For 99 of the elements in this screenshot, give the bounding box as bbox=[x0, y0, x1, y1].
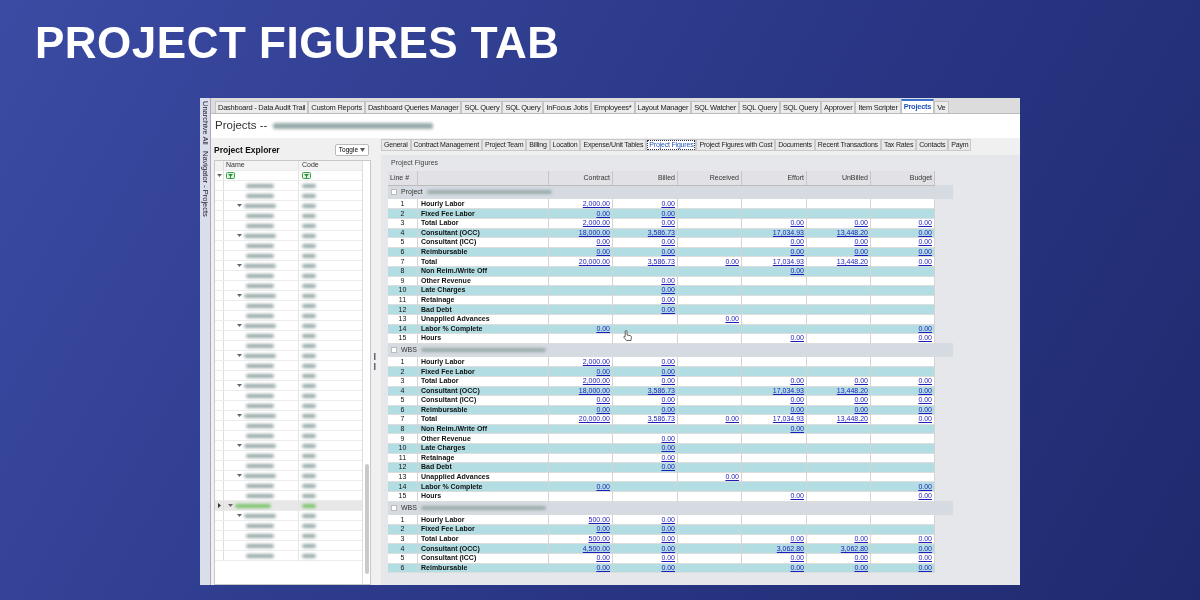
blurred-text bbox=[246, 343, 274, 348]
blurred-text bbox=[244, 263, 276, 268]
blurred-text bbox=[246, 333, 274, 338]
blurred-text bbox=[302, 223, 316, 228]
blurred-text bbox=[302, 403, 316, 408]
blurred-text bbox=[246, 403, 274, 408]
blurred-text bbox=[244, 413, 276, 418]
blurred-text bbox=[302, 193, 316, 198]
blurred-text bbox=[246, 223, 274, 228]
page-title: Projects -- bbox=[215, 118, 268, 134]
blurred-text bbox=[246, 193, 274, 198]
blurred-text bbox=[302, 233, 316, 238]
expand-caret-icon[interactable] bbox=[237, 233, 242, 238]
blurred-text bbox=[302, 503, 316, 508]
blurred-text bbox=[246, 543, 274, 548]
blurred-text bbox=[302, 313, 316, 318]
blurred-text bbox=[302, 393, 316, 398]
blurred-text bbox=[246, 363, 274, 368]
blurred-text bbox=[302, 273, 316, 278]
blurred-text bbox=[246, 523, 274, 528]
blurred-text bbox=[302, 543, 316, 548]
checkbox[interactable] bbox=[391, 346, 397, 353]
blurred-text bbox=[244, 443, 276, 448]
blurred-text bbox=[246, 463, 274, 468]
blurred-text bbox=[235, 503, 271, 508]
blurred-text bbox=[246, 533, 274, 538]
blurred-text bbox=[246, 453, 274, 458]
blurred-text bbox=[246, 433, 274, 438]
blurred-text bbox=[302, 363, 316, 368]
blurred-text bbox=[244, 203, 276, 208]
splitter-handle[interactable] bbox=[374, 352, 378, 371]
blurred-text bbox=[302, 443, 316, 448]
blurred-text bbox=[246, 423, 274, 428]
blurred-text bbox=[302, 553, 316, 558]
expand-caret-icon[interactable] bbox=[237, 443, 242, 448]
blurred-text bbox=[302, 453, 316, 458]
blurred-text bbox=[246, 273, 274, 278]
blurred-text bbox=[244, 293, 276, 298]
blurred-text bbox=[244, 473, 276, 478]
blurred-text bbox=[302, 283, 316, 288]
slide-title: PROJECT FIGURES TAB bbox=[34, 17, 560, 68]
blurred-text bbox=[246, 313, 274, 318]
panel-title: Project Explorer bbox=[214, 143, 280, 157]
blurred-text bbox=[302, 523, 316, 528]
blurred-text bbox=[246, 493, 274, 498]
blurred-text bbox=[246, 373, 274, 378]
blurred-text bbox=[302, 253, 316, 258]
blurred-text bbox=[302, 333, 316, 338]
expand-caret-icon[interactable] bbox=[237, 293, 242, 298]
expand-caret-icon[interactable] bbox=[237, 203, 242, 208]
expand-caret-icon[interactable] bbox=[237, 383, 242, 388]
blurred-text bbox=[302, 483, 316, 488]
blurred-text bbox=[246, 253, 274, 258]
blurred-text bbox=[302, 373, 316, 378]
blurred-text bbox=[302, 303, 316, 308]
caret-icon bbox=[360, 148, 365, 152]
checkbox[interactable] bbox=[391, 504, 397, 511]
blurred-text bbox=[302, 183, 316, 188]
blurred-text bbox=[244, 353, 276, 358]
blurred-text bbox=[244, 383, 276, 388]
expand-caret-icon[interactable] bbox=[237, 323, 242, 328]
blurred-text bbox=[302, 433, 316, 438]
blurred-text bbox=[302, 493, 316, 498]
blurred-text bbox=[302, 463, 316, 468]
blurred-text bbox=[246, 553, 274, 558]
blurred-text bbox=[302, 423, 316, 428]
blurred-text bbox=[246, 283, 274, 288]
blurred-text bbox=[246, 213, 274, 218]
blurred-text bbox=[302, 263, 316, 268]
blurred-text bbox=[246, 393, 274, 398]
blurred-text bbox=[302, 513, 316, 518]
row-pointer-icon[interactable] bbox=[216, 503, 222, 508]
blurred-text bbox=[302, 343, 316, 348]
expand-caret-icon[interactable] bbox=[216, 173, 222, 178]
expand-caret-icon[interactable] bbox=[237, 353, 242, 358]
expand-caret-icon[interactable] bbox=[237, 263, 242, 268]
blurred-text bbox=[302, 323, 316, 328]
blurred-text bbox=[302, 213, 316, 218]
blurred-text bbox=[302, 353, 316, 358]
checkbox[interactable] bbox=[391, 189, 397, 195]
blurred-text bbox=[302, 533, 316, 538]
blurred-text bbox=[302, 203, 316, 208]
blurred-text bbox=[246, 183, 274, 188]
blurred-text bbox=[302, 473, 316, 478]
scrollbar-thumb[interactable] bbox=[364, 464, 369, 574]
filter-icon[interactable] bbox=[302, 172, 311, 179]
blurred-text bbox=[244, 323, 276, 328]
blurred-text bbox=[244, 513, 276, 518]
filter-icon[interactable] bbox=[226, 172, 235, 179]
blurred-text bbox=[302, 383, 316, 388]
blurred-text bbox=[244, 233, 276, 238]
blurred-text bbox=[302, 243, 316, 248]
blurred-text bbox=[246, 483, 274, 488]
expand-caret-icon[interactable] bbox=[237, 473, 242, 478]
blurred-text bbox=[302, 413, 316, 418]
expand-caret-icon[interactable] bbox=[237, 413, 242, 418]
blurred-text bbox=[246, 243, 274, 248]
blurred-text bbox=[302, 293, 316, 298]
blurred-text bbox=[246, 303, 274, 308]
